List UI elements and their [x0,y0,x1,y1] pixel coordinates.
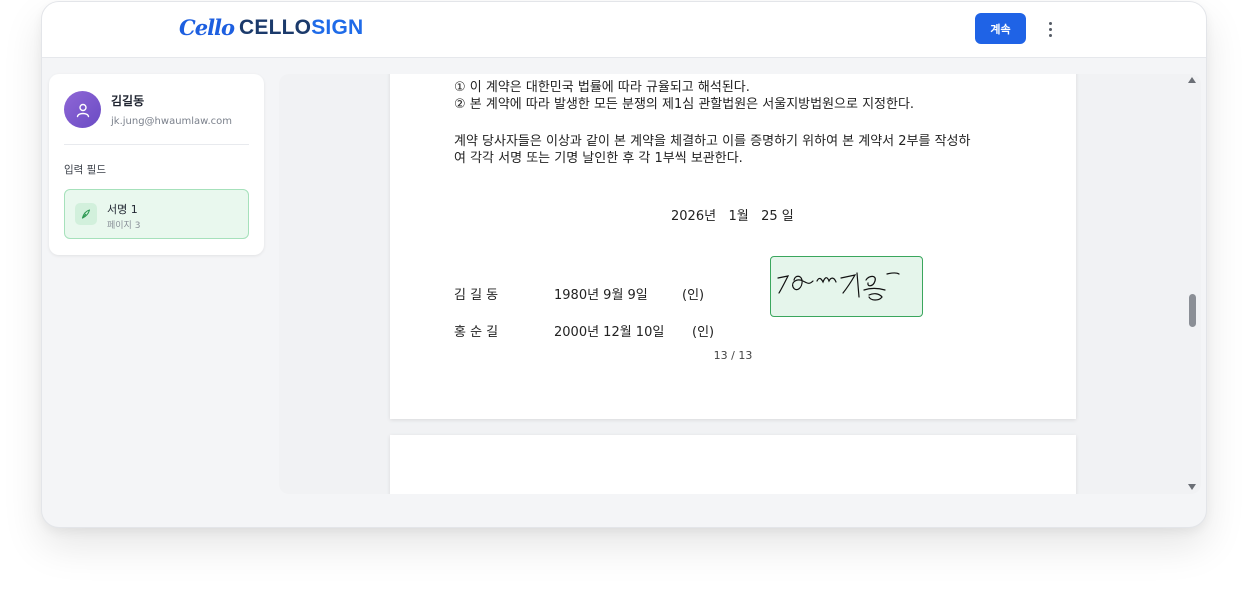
scrollbar-thumb[interactable] [1189,294,1196,327]
document-viewer[interactable]: ① 이 계약은 대한민국 법률에 따라 규율되고 해석된다. ② 본 계약에 따… [279,74,1201,494]
app-window: Cello CELLO SIGN 계속 김길동 jk.jung@hwaumlaw.… [41,1,1207,528]
field-item-signature-1[interactable]: 서명 1 페이지 3 [64,189,249,239]
party-2-name: 홍 순 길 [454,325,499,340]
signer-name: 김길동 [111,94,145,108]
user-icon [76,103,89,117]
field-label: 서명 1 [107,203,138,216]
field-page: 페이지 3 [107,221,141,231]
pen-icon [75,203,97,225]
scroll-up-arrow-icon[interactable] [1188,77,1196,83]
divider [64,144,249,145]
signer-panel: 김길동 jk.jung@hwaumlaw.com 입력 필드 서명 1 페이지 … [49,74,264,255]
scrollbar[interactable] [1184,74,1201,494]
logo-script: Cello [179,15,235,40]
logo-text-sign: SIGN [311,15,364,39]
input-fields-heading: 입력 필드 [64,164,106,176]
signature-field[interactable] [770,256,923,317]
handwritten-signature [777,272,900,301]
party-1-name: 김 길 동 [454,288,499,303]
top-bar: Cello CELLO SIGN 계속 [42,2,1206,58]
clause-line-2: ② 본 계약에 따라 발생한 모든 분쟁의 제1심 관할법원은 서울지방법원으로… [454,97,915,112]
cellosign-logo: Cello CELLO SIGN [179,15,363,40]
avatar [64,91,101,128]
party-1-seal: (인) [682,288,705,303]
page-number: 13 / 13 [713,349,753,362]
closing-line-2: 여 각각 서명 또는 기명 날인한 후 각 1부씩 보관한다. [454,151,743,166]
party-1-dob: 1980년 9월 9일 [554,288,648,303]
document-page: ① 이 계약은 대한민국 법률에 따라 규율되고 해석된다. ② 본 계약에 따… [390,74,1076,419]
next-document-page [390,435,1076,494]
continue-button[interactable]: 계속 [975,13,1026,44]
more-vertical-icon[interactable] [1040,16,1060,42]
party-2-seal: (인) [692,325,715,340]
contract-date: 2026년 1월 25 일 [671,209,794,224]
party-2-dob: 2000년 12월 10일 [554,325,665,340]
scroll-down-arrow-icon[interactable] [1188,484,1196,490]
logo-text-cello: CELLO [239,15,312,39]
signer-email: jk.jung@hwaumlaw.com [111,116,232,127]
